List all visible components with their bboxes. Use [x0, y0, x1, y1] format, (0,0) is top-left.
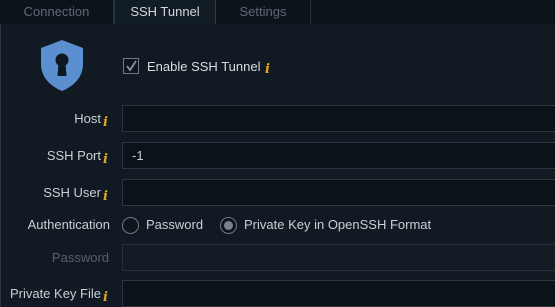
password-label: Password: [51, 250, 109, 265]
radio-selected-dot: [224, 221, 233, 230]
tab-ssh-tunnel[interactable]: SSH Tunnel: [114, 0, 216, 25]
authentication-label: Authentication: [27, 217, 110, 232]
password-radio[interactable]: [122, 217, 139, 234]
tab-settings[interactable]: Settings: [216, 0, 311, 24]
private-key-radio-label[interactable]: Private Key in OpenSSH Format: [244, 217, 431, 233]
enable-ssh-tunnel-checkbox[interactable]: [123, 58, 139, 74]
ssh-user-input[interactable]: [122, 179, 555, 206]
password-radio-label[interactable]: Password: [146, 217, 203, 233]
ssh-user-label: SSH User: [43, 185, 101, 200]
info-icon[interactable]: i: [265, 63, 270, 77]
host-input[interactable]: [122, 105, 555, 132]
private-key-radio[interactable]: [220, 217, 237, 234]
info-icon[interactable]: i: [103, 291, 108, 305]
private-key-file-input[interactable]: [122, 280, 555, 307]
enable-ssh-tunnel-label[interactable]: Enable SSH Tunnel: [147, 58, 260, 75]
host-label: Host: [74, 111, 101, 126]
ssh-port-input[interactable]: -1: [122, 142, 555, 169]
shield-keyhole-icon: [41, 40, 83, 91]
tab-connection[interactable]: Connection: [0, 0, 114, 24]
info-icon[interactable]: i: [103, 116, 108, 130]
private-key-file-label: Private Key File: [9, 286, 101, 301]
ssh-port-label: SSH Port: [46, 148, 101, 163]
info-icon[interactable]: i: [103, 190, 108, 204]
info-icon[interactable]: i: [103, 153, 108, 167]
password-input: [122, 244, 555, 271]
checkmark-icon: [126, 60, 137, 72]
tab-bar: Connection SSH Tunnel Settings: [0, 0, 555, 25]
ssh-settings-window: Connection SSH Tunnel Settings Enable SS…: [0, 0, 555, 307]
